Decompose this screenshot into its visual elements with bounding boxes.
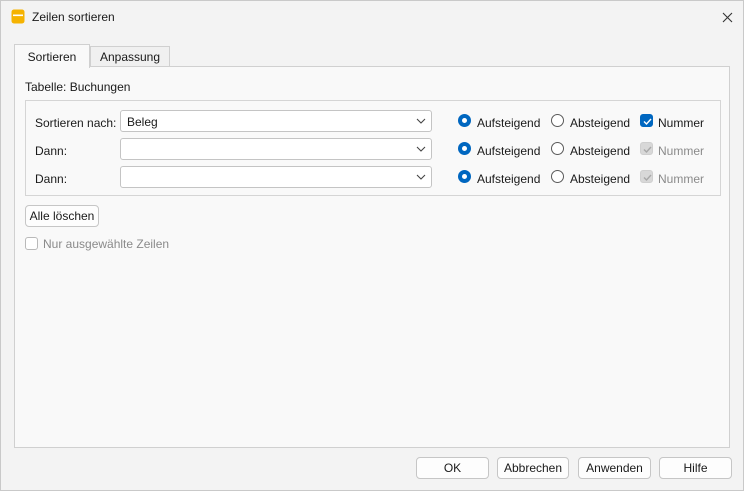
- checkmark-icon: [643, 174, 652, 182]
- cancel-button[interactable]: Abbrechen: [497, 457, 569, 479]
- number-checkbox: [640, 142, 653, 155]
- then-combobox-2[interactable]: [120, 166, 432, 188]
- number-label: Nummer: [658, 144, 705, 158]
- window-title: Zeilen sortieren: [32, 10, 115, 24]
- chevron-down-icon: [416, 146, 426, 152]
- chevron-down-icon: [416, 174, 426, 180]
- ascending-label: Aufsteigend: [477, 144, 541, 158]
- then-combobox-1[interactable]: [120, 138, 432, 160]
- number-checkbox[interactable]: [640, 114, 653, 127]
- clear-all-button[interactable]: Alle löschen: [25, 205, 99, 227]
- number-label: Nummer: [658, 172, 705, 186]
- close-button[interactable]: [713, 5, 741, 29]
- descending-radio[interactable]: [551, 170, 564, 183]
- button-label: Abbrechen: [503, 461, 563, 475]
- tab-panel-sortieren: Tabelle: Buchungen Sortieren nach: Beleg…: [14, 66, 730, 448]
- table-label: Tabelle: Buchungen: [25, 80, 131, 94]
- ok-button[interactable]: OK: [416, 457, 489, 479]
- close-icon: [722, 12, 732, 22]
- button-label: Hilfe: [683, 461, 708, 475]
- number-label: Nummer: [658, 116, 705, 130]
- checkmark-icon: [643, 146, 652, 154]
- button-label: Alle löschen: [29, 209, 95, 223]
- chevron-down-icon: [416, 118, 426, 124]
- tab-anpassung[interactable]: Anpassung: [90, 46, 170, 67]
- ascending-radio[interactable]: [458, 170, 471, 183]
- tab-label: Sortieren: [27, 49, 77, 64]
- ascending-radio[interactable]: [458, 142, 471, 155]
- sort-rows-dialog: Zeilen sortieren Sortieren Anpassung Tab…: [0, 0, 744, 491]
- sort-criteria-group: Sortieren nach: Beleg Aufsteigend Abstei…: [25, 100, 721, 196]
- descending-label: Absteigend: [570, 116, 631, 130]
- selected-rows-only-label: Nur ausgewählte Zeilen: [43, 237, 170, 251]
- checkmark-icon: [643, 118, 652, 126]
- tab-sortieren[interactable]: Sortieren: [14, 44, 90, 68]
- descending-label: Absteigend: [570, 144, 631, 158]
- descending-radio[interactable]: [551, 114, 564, 127]
- descending-radio[interactable]: [551, 142, 564, 155]
- title-bar: Zeilen sortieren: [1, 1, 743, 33]
- combobox-value: Beleg: [127, 115, 158, 129]
- button-label: OK: [443, 461, 462, 475]
- ascending-radio[interactable]: [458, 114, 471, 127]
- apply-button[interactable]: Anwenden: [578, 457, 651, 479]
- ascending-label: Aufsteigend: [477, 116, 541, 130]
- sort-by-label: Sortieren nach:: [35, 116, 117, 130]
- app-icon: [11, 9, 25, 24]
- sort-by-combobox[interactable]: Beleg: [120, 110, 432, 132]
- then-label: Dann:: [35, 144, 68, 158]
- number-checkbox: [640, 170, 653, 183]
- button-label: Anwenden: [586, 461, 643, 475]
- descending-label: Absteigend: [570, 172, 631, 186]
- selected-rows-only-checkbox: [25, 237, 38, 250]
- help-button[interactable]: Hilfe: [659, 457, 732, 479]
- tab-label: Anpassung: [99, 50, 161, 64]
- then-label: Dann:: [35, 172, 68, 186]
- ascending-label: Aufsteigend: [477, 172, 541, 186]
